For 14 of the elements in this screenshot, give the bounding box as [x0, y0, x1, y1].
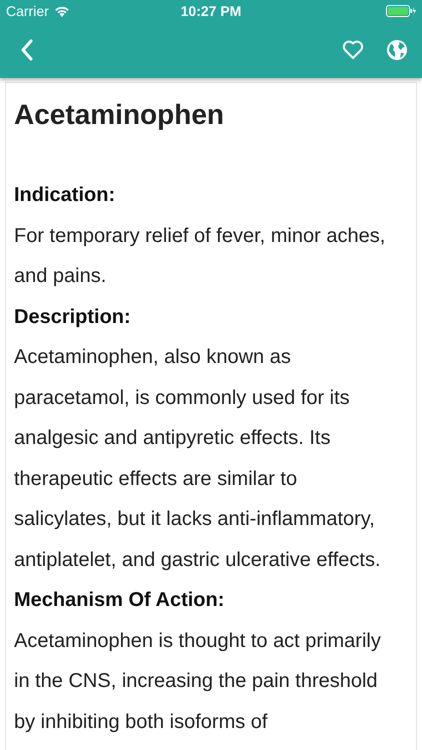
section-heading: Description: — [14, 304, 132, 330]
favorite-button[interactable] — [342, 40, 364, 60]
battery-icon — [386, 5, 416, 17]
section-heading: Mechanism Of Action: — [14, 588, 226, 613]
status-time: 10:27 PM — [180, 3, 242, 19]
section-heading: Indication: — [14, 183, 116, 208]
drug-title: Acetaminophen — [14, 98, 226, 132]
carrier-label: Carrier — [6, 3, 49, 19]
section-text: Acetaminophen, also known as paracetamol, is commonly used for its analgesic and antipyretic effects. Its therapeutic effects are similar to salicylates, but it lacks anti-inflammatory, antiplatelet, and gastric ulcerative effects. — [14, 345, 382, 572]
wifi-icon — [54, 5, 70, 17]
section-text: For temporary relief of fever, minor aches, and pains. — [14, 224, 386, 289]
section-text: Acetaminophen is thought to act primarily in the CNS, increasing the pain threshold by inhibiting both isoforms of — [14, 628, 382, 734]
back-button[interactable] — [20, 39, 34, 61]
globe-button[interactable] — [386, 39, 408, 61]
